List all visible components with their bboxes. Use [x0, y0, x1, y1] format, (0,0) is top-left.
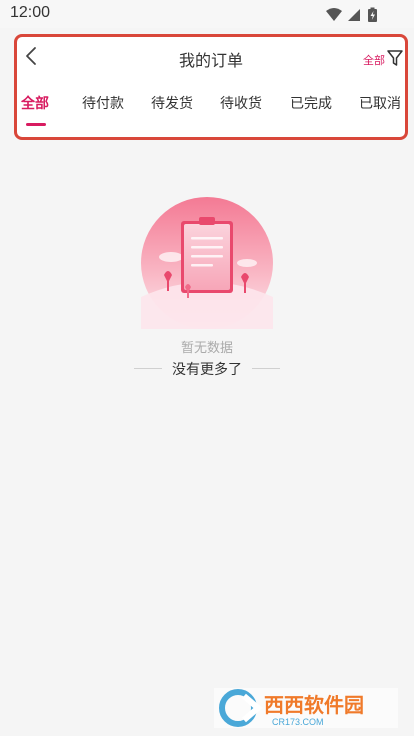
empty-message: 暂无数据	[180, 341, 233, 356]
watermark-logo: 西西软件园 CR173.COM	[214, 688, 398, 728]
order-status-tabs: 全部 待付款 待发货 待收货 已完成 已取消	[17, 89, 405, 135]
active-tab-indicator	[26, 123, 46, 126]
empty-clipboard-illustration	[141, 197, 273, 329]
watermark-brand: 西西软件园	[264, 693, 364, 717]
nav-bar: 我的订单 全部	[17, 37, 405, 81]
tab-completed[interactable]: 已完成	[290, 93, 332, 113]
tab-cancelled[interactable]: 已取消	[359, 93, 401, 113]
status-time: 12:00	[10, 4, 51, 21]
watermark-domain: CR173.COM	[272, 717, 324, 727]
order-header-panel: 我的订单 全部 全部 待付款 待发货 待收货 已完成 已取消	[14, 34, 408, 140]
tab-pending-shipment[interactable]: 待发货	[151, 93, 193, 113]
page-title: 我的订单	[178, 51, 243, 70]
tab-pending-receipt[interactable]: 待收货	[220, 93, 262, 113]
tab-all[interactable]: 全部	[21, 93, 49, 113]
tab-pending-payment[interactable]: 待付款	[82, 93, 124, 113]
status-bar: 12:00	[0, 0, 414, 28]
no-more-text: 没有更多了	[172, 362, 242, 378]
no-more-indicator: 没有更多了	[134, 358, 280, 378]
divider-line-right	[252, 368, 280, 369]
filter-label[interactable]: 全部	[363, 52, 385, 68]
status-icons	[326, 7, 377, 22]
wifi-icon	[326, 8, 342, 21]
funnel-filter-icon[interactable]	[386, 49, 404, 67]
signal-icon	[348, 9, 360, 21]
battery-charging-icon	[368, 7, 377, 22]
